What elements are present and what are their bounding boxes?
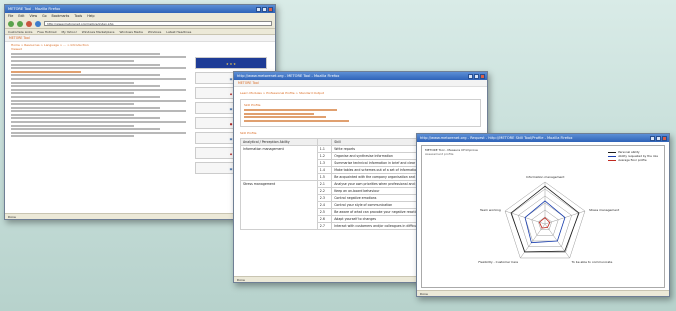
section-heading: Skill Profile <box>244 103 261 108</box>
menu-tools[interactable]: Tools <box>74 13 82 19</box>
menu-file[interactable]: File <box>8 13 13 19</box>
skill-code: 1.1 <box>316 144 333 153</box>
window-controls <box>468 73 485 79</box>
radar-chart-panel: METORE Tool - Measure Of Improve Assessm… <box>421 145 665 288</box>
axis-label: To be able to communicate <box>571 259 613 264</box>
browser-window-radar-chart[interactable]: http://www.metorenet.org - Request - htt… <box>416 133 670 297</box>
window-controls <box>650 135 667 141</box>
site-header: METORE Tool <box>5 35 275 42</box>
close-icon[interactable] <box>268 6 273 12</box>
eu-flag-logo: ★ ★ ★ <box>195 57 267 69</box>
bookmark-item[interactable]: Windows <box>148 29 161 34</box>
window-title-bar[interactable]: http://www.metorenet.org - Request - htt… <box>417 134 669 142</box>
window-title: http://www.metorenet.org - METORE Tool -… <box>237 74 340 78</box>
maximize-icon[interactable] <box>262 6 267 12</box>
skill-code: 1.5 <box>316 172 333 181</box>
skill-code: 1.3 <box>316 158 333 167</box>
minimize-icon[interactable] <box>468 73 473 79</box>
radar-chart <box>504 181 586 259</box>
axis-label: Team working <box>480 208 501 213</box>
group-name: Information management <box>240 144 318 181</box>
status-bar: Done <box>417 290 669 296</box>
column-header: Analytical / Perception Ability <box>240 137 318 146</box>
close-icon[interactable] <box>662 135 667 141</box>
maximize-icon[interactable] <box>474 73 479 79</box>
menu-edit[interactable]: Edit <box>18 13 24 19</box>
home-icon[interactable] <box>35 20 41 27</box>
skill-code: 2.3 <box>316 193 333 202</box>
group-name: Stress management <box>240 179 318 230</box>
bookmark-item[interactable]: Customize Links <box>8 29 32 34</box>
window-title: http://www.metorenet.org - Request - htt… <box>420 136 573 140</box>
skill-code: 2.6 <box>316 214 333 223</box>
bookmark-item[interactable]: Windows Media <box>120 29 143 34</box>
minimize-icon[interactable] <box>650 135 655 141</box>
back-icon[interactable] <box>8 20 14 27</box>
bookmark-item[interactable]: Windows Marketplace <box>82 29 115 34</box>
maximize-icon[interactable] <box>656 135 661 141</box>
axis-label: Stress management <box>588 208 620 213</box>
menu-go[interactable]: Go <box>42 13 46 19</box>
address-bar[interactable]: http://www.metorenet.org/metore/index.ph… <box>44 21 272 26</box>
skill-code: 1.4 <box>316 165 333 174</box>
axis-label: Flexibility - Customer Care <box>478 259 519 264</box>
nav-toolbar: http://www.metorenet.org/metore/index.ph… <box>5 19 275 29</box>
menu-view[interactable]: View <box>30 13 38 19</box>
window-controls <box>256 6 273 12</box>
page-title: Viewed <box>11 47 22 51</box>
window-title-bar[interactable]: http://www.metorenet.org - METORE Tool -… <box>234 72 487 80</box>
forward-icon[interactable] <box>17 20 23 27</box>
skill-code: 2.4 <box>316 200 333 209</box>
menu-bookmarks[interactable]: Bookmarks <box>52 13 70 19</box>
site-header: METORE Tool <box>234 80 487 87</box>
skill-code: 2.7 <box>316 221 333 230</box>
breadcrumb[interactable]: Learn Modules > Professional Profile > S… <box>240 91 481 95</box>
axis-label: Information management <box>526 175 565 179</box>
skill-summary-box: Skill Profile <box>240 99 481 128</box>
bookmark-item[interactable]: Latest Headlines <box>166 29 191 34</box>
menu-help[interactable]: Help <box>87 13 94 19</box>
close-icon[interactable] <box>480 73 485 79</box>
skill-code: 2.2 <box>316 186 333 195</box>
text-block <box>11 52 186 138</box>
skill-code: 2.5 <box>316 207 333 216</box>
bookmark-item[interactable]: Free Hotmail <box>37 29 56 34</box>
stop-icon[interactable] <box>26 20 32 27</box>
site-title: METORE Tool <box>238 81 259 85</box>
bookmark-item[interactable]: My Yahoo! <box>61 29 76 34</box>
window-title: METORE Tool - Mozilla Firefox <box>8 7 61 11</box>
window-title-bar[interactable]: METORE Tool - Mozilla Firefox <box>5 5 275 13</box>
site-title: METORE Tool <box>9 36 30 40</box>
column-header <box>316 137 333 146</box>
skill-code: 2.1 <box>316 179 333 188</box>
minimize-icon[interactable] <box>256 6 261 12</box>
skill-code: 1.2 <box>316 151 333 160</box>
main-column: Viewed <box>11 47 186 139</box>
